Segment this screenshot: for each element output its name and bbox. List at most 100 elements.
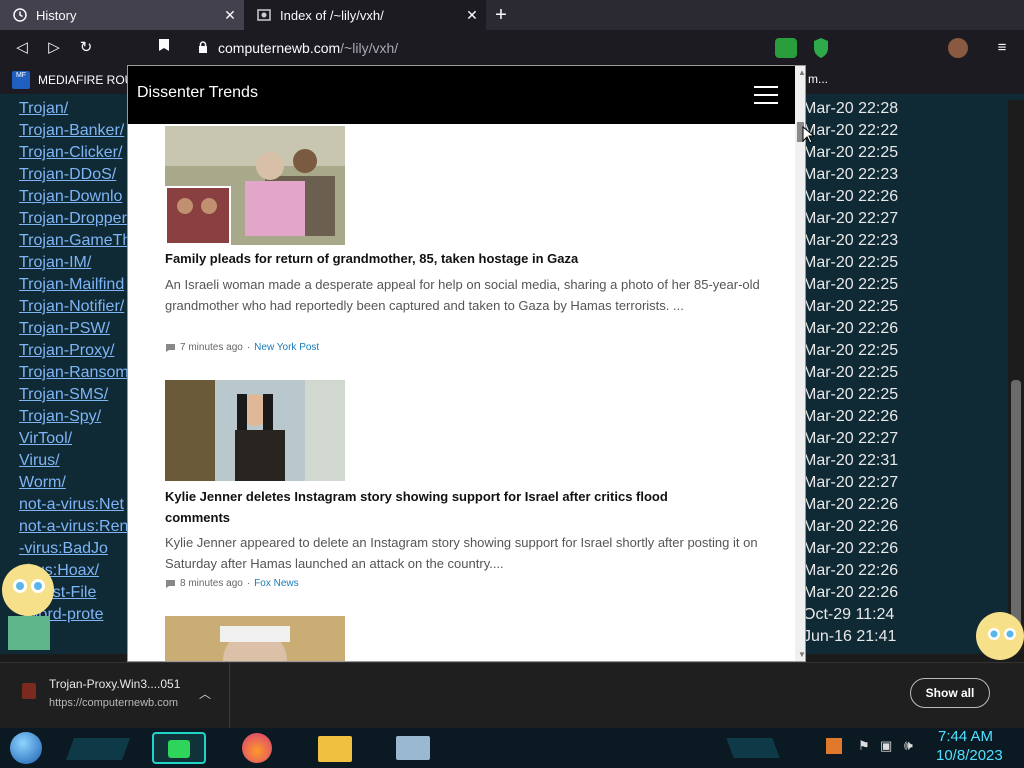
extension-icon[interactable] — [775, 38, 797, 58]
scroll-down-icon[interactable]: ▼ — [798, 650, 805, 659]
popup-scrollbar[interactable] — [795, 66, 805, 661]
network-app-icon[interactable] — [396, 736, 430, 760]
navigation-bar: ◁ ▷ ↻ computernewb.com/~lily/vxh/ ≡ — [0, 30, 1024, 66]
file-link[interactable]: Trojan-PSW/ — [19, 318, 110, 340]
file-link[interactable]: Trojan-IM/ — [19, 252, 91, 274]
clock-date[interactable]: 10/8/2023 — [936, 747, 1003, 764]
file-date: Mar-20 22:26 — [803, 584, 899, 601]
volume-icon[interactable]: 🕪 — [904, 737, 913, 754]
url-path: /~lily/vxh/ — [340, 40, 399, 56]
file-link[interactable]: Trojan-Downlo — [19, 186, 122, 208]
article-image[interactable] — [165, 380, 345, 481]
character-sticker-left — [0, 540, 60, 658]
file-link[interactable]: Trojan-Proxy/ — [19, 340, 114, 362]
file-link[interactable]: Trojan-Spy/ — [19, 406, 101, 428]
file-link[interactable]: Trojan-Dropper — [19, 208, 127, 230]
taskbar: ⚑ ▣ 🕪 7:44 AM 10/8/2023 — [0, 728, 1024, 768]
bookmark-overflow[interactable]: m... — [808, 72, 828, 86]
file-icon — [22, 683, 36, 699]
file-link[interactable]: VirTool/ — [19, 428, 72, 450]
file-date: Mar-20 22:23 — [803, 166, 899, 183]
history-icon — [12, 7, 28, 23]
file-link[interactable]: Trojan-Banker/ — [19, 120, 124, 142]
file-date: Mar-20 22:25 — [803, 342, 899, 359]
shield-icon[interactable] — [812, 37, 830, 59]
close-tab-icon[interactable]: ✕ — [222, 7, 238, 23]
article-image[interactable] — [165, 126, 345, 245]
back-icon[interactable]: ◁ — [12, 38, 32, 58]
file-date: Mar-20 22:22 — [803, 122, 899, 139]
file-link[interactable]: not-a-virus:Ren — [19, 516, 128, 538]
popup-content: Family pleads for return of grandmother,… — [128, 124, 778, 661]
hamburger-menu-icon[interactable] — [754, 86, 778, 104]
file-explorer-icon[interactable] — [318, 736, 352, 762]
taskbar-app-notes[interactable] — [152, 732, 206, 764]
file-link[interactable]: Trojan-Mailfind — [19, 274, 124, 296]
bookmark-item[interactable]: MF MEDIAFIRE ROU — [12, 70, 133, 90]
file-link[interactable]: Trojan-GameTh — [19, 230, 131, 252]
file-date: Jun-16 21:41 — [803, 628, 897, 645]
reload-icon[interactable]: ↻ — [76, 38, 96, 58]
avatar[interactable] — [948, 38, 968, 58]
file-date: Mar-20 22:23 — [803, 232, 899, 249]
file-link[interactable]: Trojan/ — [19, 98, 68, 120]
mediafire-icon: MF — [12, 71, 30, 89]
file-date: Oct-29 11:24 — [803, 606, 895, 623]
file-link[interactable]: Trojan-DDoS/ — [19, 164, 116, 186]
article-description: An Israeli woman made a desperate appeal… — [165, 277, 760, 313]
file-date: Mar-20 22:26 — [803, 496, 899, 513]
file-link[interactable]: not-a-virus:Net — [19, 494, 124, 516]
file-date: Mar-20 22:27 — [803, 430, 899, 447]
file-date: Mar-20 22:25 — [803, 364, 899, 381]
chevron-up-icon[interactable]: ︿ — [199, 685, 211, 702]
bookmark-icon[interactable] — [154, 38, 174, 58]
tab-strip: History ✕ Index of /~lily/vxh/ ✕ + — [0, 0, 1024, 30]
article-source[interactable]: Fox News — [254, 578, 298, 589]
flag-icon[interactable]: ⚑ — [858, 738, 870, 754]
url-bar[interactable]: computernewb.com/~lily/vxh/ — [186, 34, 766, 62]
forward-icon[interactable]: ▷ — [44, 38, 64, 58]
file-date: Mar-20 22:26 — [803, 562, 899, 579]
tab-label: Index of /~lily/vxh/ — [280, 7, 384, 23]
popup-title: Dissenter Trends — [137, 84, 258, 101]
file-date: Mar-20 22:25 — [803, 298, 899, 315]
start-button[interactable] — [10, 732, 42, 764]
tab-index[interactable]: Index of /~lily/vxh/ ✕ — [244, 0, 486, 30]
article-image[interactable] — [165, 616, 345, 661]
mouse-cursor-icon — [802, 125, 816, 149]
article-source[interactable]: New York Post — [254, 342, 319, 353]
download-bar: Trojan-Proxy.Win3....051 https://compute… — [0, 662, 1024, 729]
article-meta: 8 minutes ago · Fox News — [165, 578, 299, 589]
file-date: Mar-20 22:27 — [803, 210, 899, 227]
menu-icon[interactable]: ≡ — [992, 38, 1012, 58]
network-icon[interactable]: ▣ — [880, 738, 892, 754]
notes-app-icon — [168, 740, 190, 758]
tray-app-icon[interactable] — [826, 738, 842, 754]
comment-icon — [166, 343, 175, 352]
comment-icon — [166, 579, 175, 588]
file-date: Mar-20 22:25 — [803, 386, 899, 403]
new-tab-button[interactable]: + — [490, 5, 512, 25]
file-link[interactable]: Trojan-Notifier/ — [19, 296, 124, 318]
scroll-up-icon[interactable]: ▲ — [798, 68, 805, 77]
lock-icon — [198, 40, 208, 56]
tab-label: History — [36, 7, 77, 23]
clock-time[interactable]: 7:44 AM — [938, 728, 993, 745]
show-all-button[interactable]: Show all — [910, 678, 990, 708]
file-link[interactable]: Virus/ — [19, 450, 60, 472]
article-title[interactable]: Kylie Jenner deletes Instagram story sho… — [165, 486, 725, 528]
close-tab-icon[interactable]: ✕ — [464, 7, 480, 23]
file-link[interactable]: Worm/ — [19, 472, 66, 494]
file-link[interactable]: Trojan-SMS/ — [19, 384, 108, 406]
article-time: 8 minutes ago — [180, 578, 243, 589]
article-title[interactable]: Family pleads for return of grandmother,… — [165, 248, 725, 269]
bookmark-label: MEDIAFIRE ROU — [38, 73, 134, 87]
firefox-icon[interactable] — [242, 733, 272, 763]
file-link[interactable]: Trojan-Ransom — [19, 362, 129, 384]
file-link[interactable]: Trojan-Clicker/ — [19, 142, 122, 164]
popup-header: Dissenter Trends — [128, 66, 795, 124]
file-date: Mar-20 22:26 — [803, 188, 899, 205]
download-item[interactable]: Trojan-Proxy.Win3....051 https://compute… — [0, 663, 230, 729]
article-meta: 7 minutes ago · New York Post — [165, 342, 319, 353]
tab-history[interactable]: History ✕ — [0, 0, 244, 30]
